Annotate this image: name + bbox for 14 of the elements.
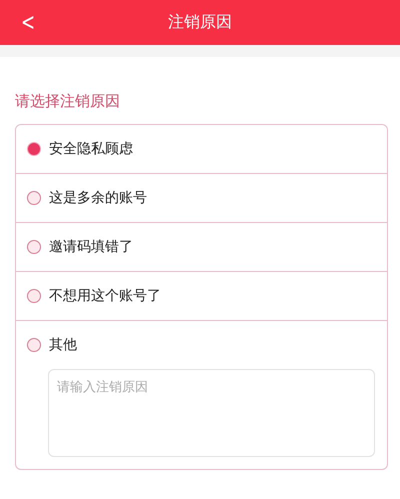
radio-button[interactable] [27, 142, 41, 156]
radio-button[interactable] [27, 191, 41, 205]
section-title: 请选择注销原因 [15, 91, 121, 111]
option-label[interactable]: 这是多余的账号 [49, 189, 147, 207]
option-label[interactable]: 安全隐私顾虑 [49, 140, 133, 158]
reason-input-field[interactable]: 请输入注销原因 [48, 369, 375, 457]
back-button[interactable]: < [16, 6, 40, 38]
radio-button[interactable] [27, 240, 41, 254]
option-label[interactable]: 不想用这个账号了 [49, 287, 161, 305]
option-label[interactable]: 其他 [49, 336, 77, 354]
radio-button[interactable] [27, 289, 41, 303]
radio-button[interactable] [27, 338, 41, 352]
option-label[interactable]: 邀请码填错了 [49, 238, 133, 256]
page-title: 注销原因 [168, 12, 232, 33]
